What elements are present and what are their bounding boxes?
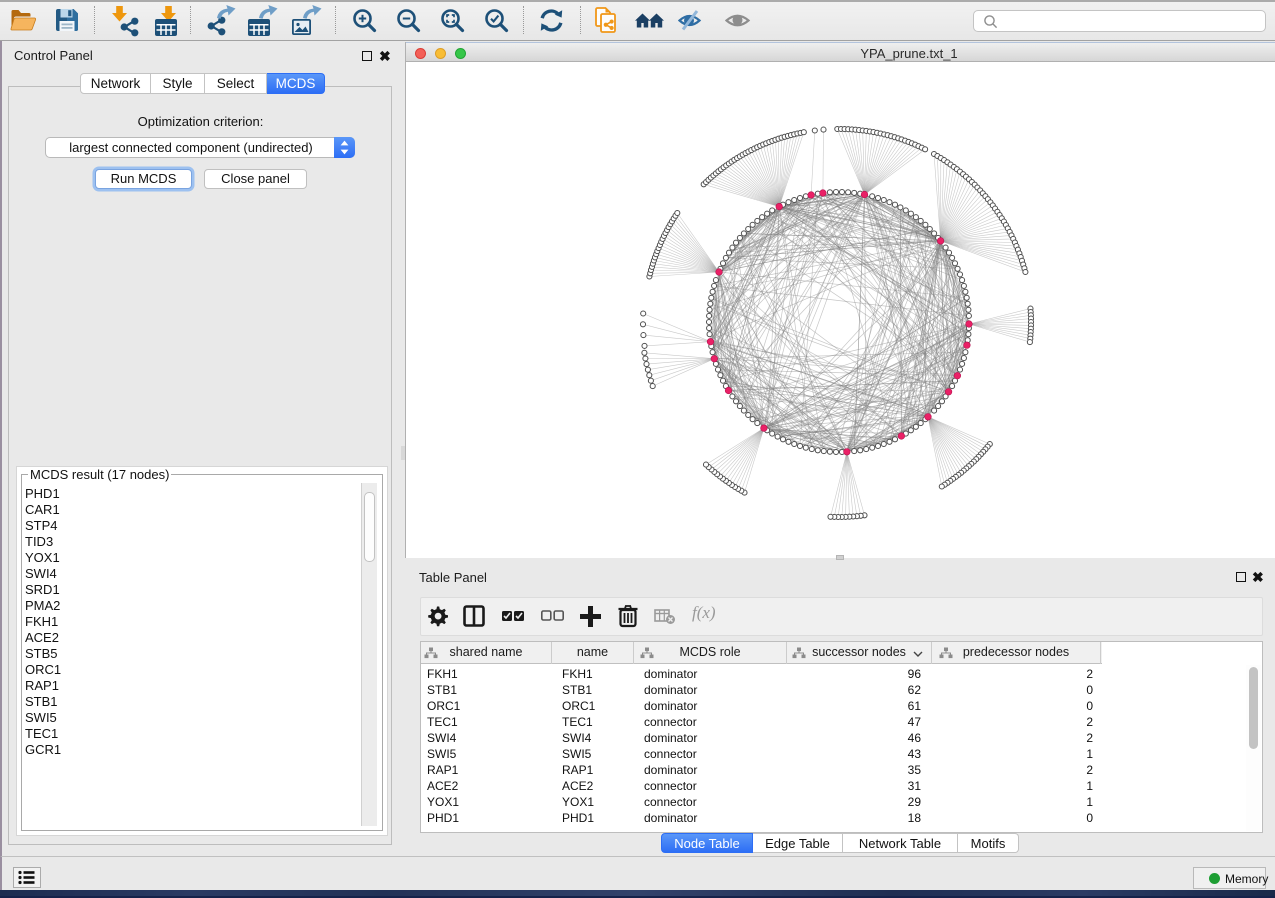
svg-text:f(x): f(x) xyxy=(692,603,716,622)
